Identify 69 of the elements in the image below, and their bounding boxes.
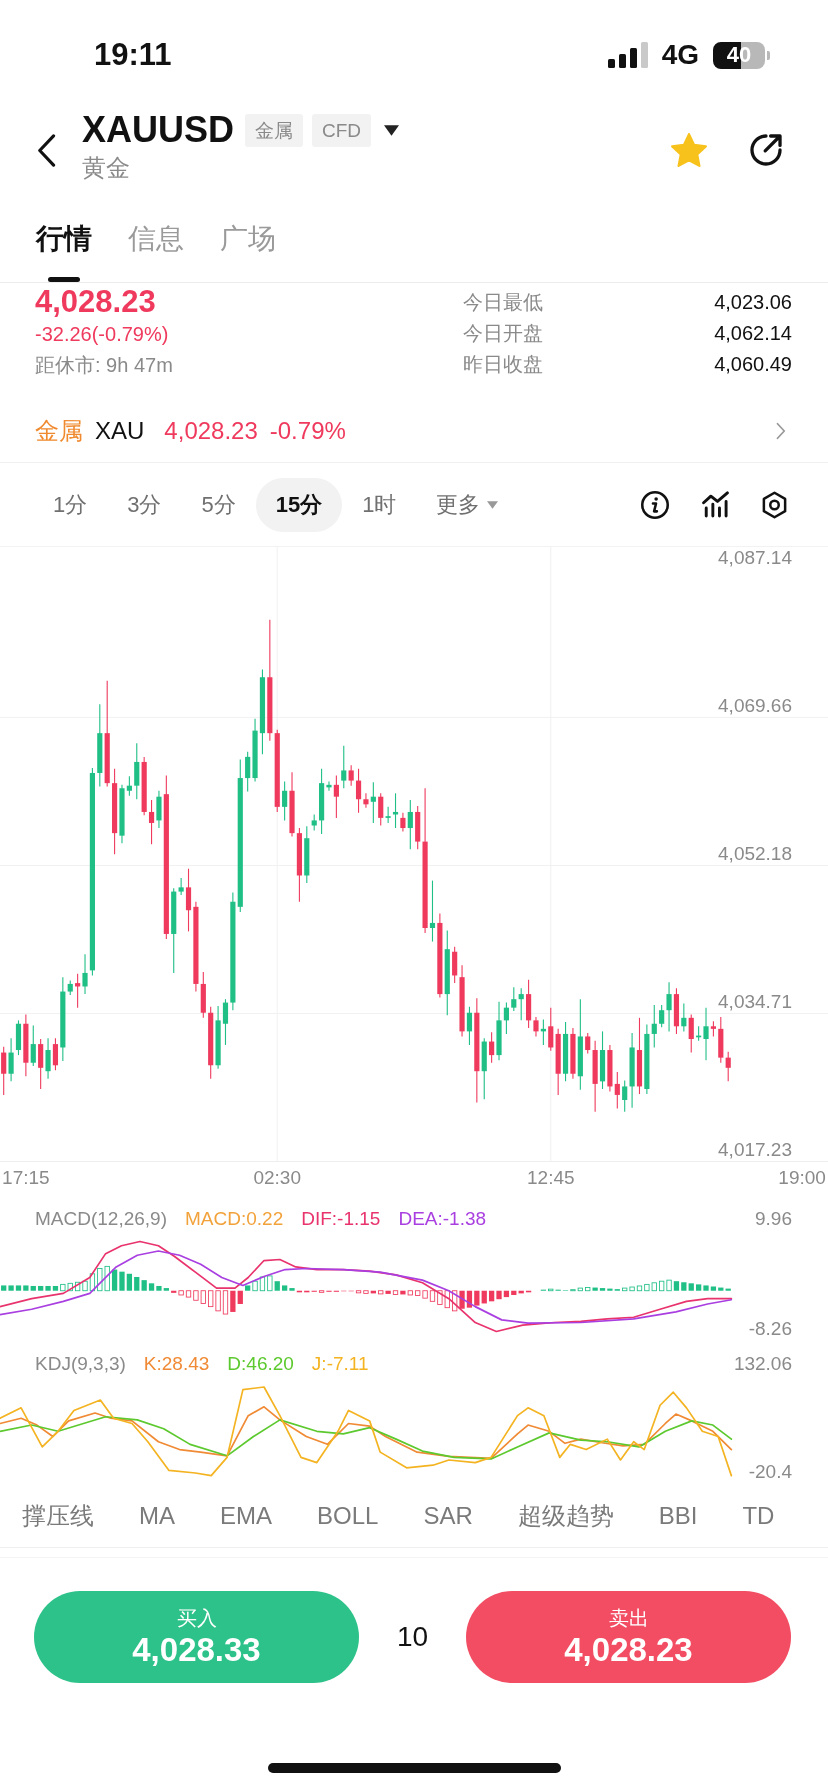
market-tag: 金属 [245, 113, 303, 147]
stat-label: 今日开盘 [463, 321, 543, 346]
stat-value: 4,062.14 [714, 321, 792, 346]
indicator-tab[interactable]: EMA [220, 1502, 272, 1530]
back-icon[interactable] [37, 133, 56, 167]
interval-tab[interactable]: 1时 [342, 477, 417, 532]
interval-tab[interactable]: 1分 [33, 477, 108, 532]
indicator-value: J:-7.11 [311, 1352, 369, 1375]
network-type: 4G [661, 39, 699, 71]
stat-label: 昨日收盘 [463, 352, 543, 377]
last-price: 4,028.23 [35, 285, 156, 319]
time-axis-label: 19:00 [778, 1167, 826, 1189]
price-axis-label: 4,034.71 [718, 991, 792, 1013]
market-tag: CFD [312, 113, 372, 147]
indicator-value: DIF:-1.15 [301, 1207, 381, 1230]
indicator-value: K:28.43 [143, 1352, 210, 1375]
indicator-chart-icon[interactable] [702, 491, 729, 518]
price-change: -32.26(-0.79%) [35, 322, 169, 347]
indicator-value: DEA:-1.38 [398, 1207, 487, 1230]
time-axis-label: 02:30 [253, 1167, 301, 1189]
time-axis-label: 17:15 [2, 1167, 50, 1189]
axis-max-label: 9.96 [755, 1207, 792, 1230]
tab[interactable]: 信息 [128, 200, 184, 282]
status-time: 19:11 [94, 37, 172, 73]
indicator-tab[interactable]: TD [742, 1502, 775, 1530]
signal-icon [607, 42, 648, 68]
settings-icon[interactable] [762, 490, 787, 519]
price-axis-label: 4,052.18 [718, 843, 792, 865]
caret-icon[interactable] [384, 124, 400, 136]
related-symbol: XAU [95, 417, 145, 445]
related-price: 4,028.23 [164, 417, 258, 445]
indicator-title: KDJ(9,3,3) [35, 1352, 126, 1375]
interval-tab[interactable]: 3分 [107, 477, 182, 532]
interval-tab[interactable]: 5分 [181, 477, 256, 532]
more-menu-button[interactable]: 更多 [416, 477, 519, 532]
info-icon[interactable] [641, 490, 669, 519]
indicator-tab[interactable]: BBI [658, 1502, 698, 1530]
tab[interactable]: 广场 [220, 200, 276, 282]
indicator-value: MACD:0.22 [185, 1207, 284, 1230]
price-axis-label: 4,087.14 [718, 546, 792, 569]
stat-label: 今日最低 [463, 290, 543, 315]
session-countdown: 距休市: 9h 47m [35, 353, 173, 378]
buy-button[interactable]: 买入 4,028.33 [34, 1591, 359, 1683]
stat-value: 4,060.49 [714, 352, 792, 377]
chevron-right-icon[interactable] [776, 422, 786, 440]
time-axis-label: 12:45 [527, 1167, 575, 1189]
star-icon[interactable] [671, 133, 707, 167]
share-icon[interactable] [750, 134, 782, 166]
indicator-tab[interactable]: 撑压线 [22, 1500, 94, 1532]
indicator-title: MACD(12,26,9) [35, 1207, 167, 1230]
stat-value: 4,023.06 [714, 290, 792, 315]
category-label: 金属 [35, 416, 83, 446]
axis-max-label: 132.06 [733, 1352, 792, 1375]
axis-min-label: -20.4 [748, 1461, 792, 1483]
instrument-name: 黄金 [82, 153, 130, 183]
axis-min-label: -8.26 [748, 1318, 792, 1340]
interval-tab[interactable]: 15分 [255, 477, 343, 532]
indicator-tab[interactable]: MA [139, 1502, 175, 1530]
tab[interactable]: 行情 [36, 200, 92, 282]
symbol-title: XAUUSD [82, 109, 234, 151]
indicator-tab[interactable]: 超级趋势 [517, 1500, 614, 1532]
price-axis-label: 4,017.23 [718, 1139, 792, 1162]
indicator-tab[interactable]: SAR [423, 1502, 473, 1530]
indicator-value: D:46.20 [227, 1352, 294, 1375]
sell-button[interactable]: 卖出 4,028.23 [466, 1591, 791, 1683]
quantity-value: 10 [396, 1621, 429, 1653]
price-axis-label: 4,069.66 [718, 694, 792, 717]
related-change: -0.79% [269, 417, 346, 445]
indicator-tab[interactable]: BOLL [317, 1502, 379, 1530]
